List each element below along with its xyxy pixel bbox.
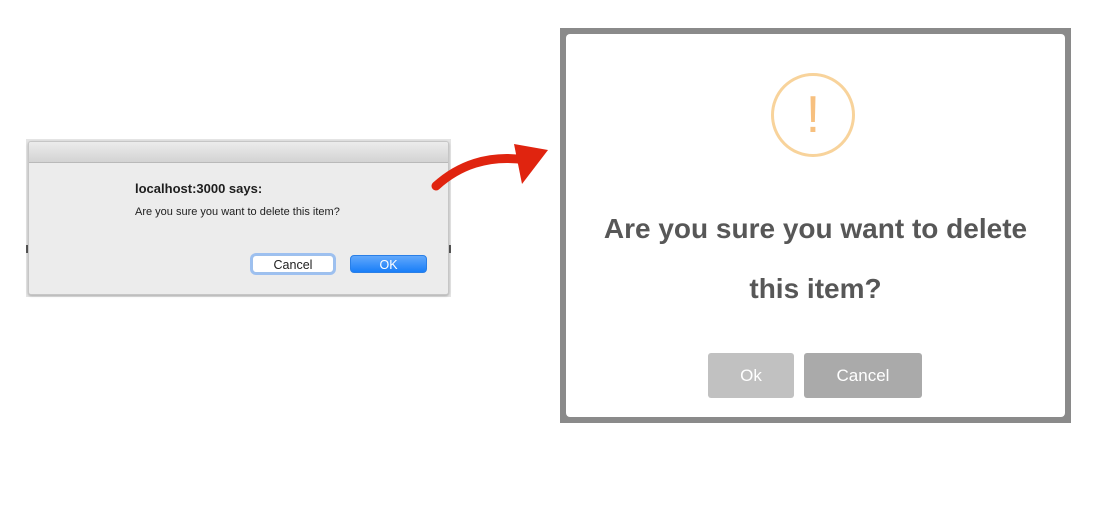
native-cancel-button[interactable]: Cancel (252, 255, 334, 273)
modal-ok-button[interactable]: Ok (708, 353, 794, 398)
modal-cancel-button[interactable]: Cancel (804, 353, 922, 398)
native-alert-titlebar (29, 142, 448, 163)
comparison-stage: localhost:3000 says: Are you sure you wa… (0, 0, 1108, 505)
native-ok-button[interactable]: OK (350, 255, 427, 273)
native-alert-title: localhost:3000 says: (135, 181, 263, 196)
page-edge-mark (449, 245, 451, 253)
custom-modal-overlay: ! Are you sure you want to delete this i… (560, 28, 1071, 423)
modal-message: Are you sure you want to delete this ite… (603, 213, 1028, 304)
arrow-shaft (431, 153, 531, 191)
exclamation-icon: ! (771, 73, 855, 157)
native-alert-screenshot: localhost:3000 says: Are you sure you wa… (26, 139, 451, 297)
native-alert-dialog: localhost:3000 says: Are you sure you wa… (28, 141, 449, 295)
native-alert-message: Are you sure you want to delete this ite… (135, 206, 340, 218)
red-arrow-icon (431, 144, 548, 191)
arrow-head (514, 144, 548, 184)
custom-modal-dialog: ! Are you sure you want to delete this i… (566, 34, 1065, 417)
